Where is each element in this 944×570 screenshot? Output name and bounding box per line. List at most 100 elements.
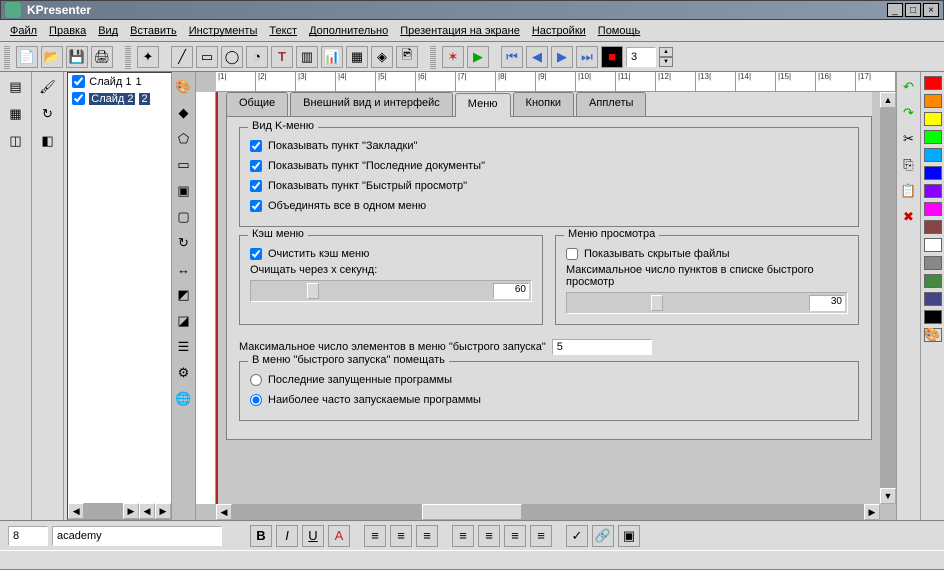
menu-help[interactable]: Помощь: [592, 23, 647, 39]
slides-icon[interactable]: ▦: [5, 103, 27, 125]
color-swatch[interactable]: [924, 256, 942, 270]
line-icon[interactable]: ╱: [171, 46, 193, 68]
chk-recent-docs[interactable]: [250, 160, 262, 172]
slide-spinner[interactable]: ▲▼: [659, 47, 673, 67]
next-icon[interactable]: ▶: [551, 46, 573, 68]
color-swatch[interactable]: [924, 292, 942, 306]
quick-max-input[interactable]: [552, 339, 652, 355]
menu-tools[interactable]: Инструменты: [183, 23, 264, 39]
color-swatch[interactable]: [924, 202, 942, 216]
align-left-icon[interactable]: ≡: [364, 525, 386, 547]
spellcheck-icon[interactable]: ✓: [566, 525, 588, 547]
menu-insert[interactable]: Вставить: [124, 23, 183, 39]
align-right-icon[interactable]: ≡: [416, 525, 438, 547]
slide-visible-check[interactable]: [72, 92, 85, 105]
color-swatch[interactable]: [924, 274, 942, 288]
shadow-icon[interactable]: ◪: [173, 310, 195, 332]
first-icon[interactable]: ⏮: [501, 46, 523, 68]
copy-icon[interactable]: ⎘: [898, 154, 920, 176]
object-icon[interactable]: ◈: [371, 46, 393, 68]
color-swatch[interactable]: [924, 112, 942, 126]
menu-settings[interactable]: Настройки: [526, 23, 592, 39]
open-icon[interactable]: 📂: [41, 46, 63, 68]
new-icon[interactable]: 📄: [16, 46, 38, 68]
globe-icon[interactable]: 🌐: [173, 388, 195, 410]
color-swatch[interactable]: [924, 148, 942, 162]
color-swatch[interactable]: [924, 184, 942, 198]
autoshape-icon[interactable]: ▥: [296, 46, 318, 68]
group-icon[interactable]: ▣: [173, 180, 195, 202]
effect-icon[interactable]: ✶: [442, 46, 464, 68]
italic-icon[interactable]: I: [276, 525, 298, 547]
font-size-select[interactable]: [8, 526, 48, 546]
3d-icon[interactable]: ◩: [173, 284, 195, 306]
menu-file[interactable]: Файл: [4, 23, 43, 39]
undo-icon[interactable]: ↶: [898, 76, 920, 98]
pointer-icon[interactable]: ✦: [137, 46, 159, 68]
tab-appearance[interactable]: Внешний вид и интерфейс: [290, 92, 453, 116]
cache-interval-slider[interactable]: 60: [250, 280, 532, 302]
chk-hidden-files[interactable]: [566, 248, 578, 260]
menu-text[interactable]: Текст: [263, 23, 303, 39]
notes-icon[interactable]: ◫: [5, 130, 27, 152]
slide-item[interactable]: Слайд 11: [68, 73, 171, 90]
numlist-icon[interactable]: ≡: [452, 525, 474, 547]
toolbar-grip[interactable]: [430, 45, 436, 69]
color-swatch[interactable]: [924, 166, 942, 180]
toolbar-grip[interactable]: [4, 45, 10, 69]
table-icon[interactable]: ▦: [346, 46, 368, 68]
settings-icon[interactable]: ▣: [618, 525, 640, 547]
color-swatch[interactable]: [924, 310, 942, 324]
brush-icon[interactable]: 🖌: [37, 76, 59, 98]
minimize-button[interactable]: _: [887, 3, 903, 17]
chk-merge-menu[interactable]: [250, 200, 262, 212]
rect2-icon[interactable]: ▭: [173, 154, 195, 176]
image-icon[interactable]: 🖻: [396, 46, 418, 68]
stop-icon[interactable]: ■: [601, 46, 623, 68]
toolbar-grip[interactable]: [125, 45, 131, 69]
color-swatch[interactable]: [924, 94, 942, 108]
tab-menu[interactable]: Меню: [455, 93, 511, 117]
redo-icon[interactable]: ↷: [898, 102, 920, 124]
delete-icon[interactable]: ✖: [898, 206, 920, 228]
color-swatch[interactable]: [924, 238, 942, 252]
color-swatch[interactable]: [924, 76, 942, 90]
menu-edit[interactable]: Правка: [43, 23, 92, 39]
ungroup-icon[interactable]: ▢: [173, 206, 195, 228]
canvas-vscroll[interactable]: ▲▼: [880, 92, 896, 504]
close-button[interactable]: ×: [923, 3, 939, 17]
indent-more-icon[interactable]: ≡: [530, 525, 552, 547]
preview-max-slider[interactable]: 30: [566, 292, 848, 314]
tab-general[interactable]: Общие: [226, 92, 288, 116]
tab-applets[interactable]: Апплеты: [576, 92, 646, 116]
color-picker-icon[interactable]: 🎨: [924, 328, 942, 342]
radio-frequent-apps[interactable]: [250, 394, 262, 406]
outline-hscroll[interactable]: ◀▶◀▶: [68, 503, 171, 519]
font-color-icon[interactable]: A: [328, 525, 350, 547]
print-icon[interactable]: 🖨: [91, 46, 113, 68]
ellipse-icon[interactable]: ◯: [221, 46, 243, 68]
fill-icon[interactable]: ◧: [37, 130, 59, 152]
text-icon[interactable]: T: [271, 46, 293, 68]
flip-icon[interactable]: ↔: [173, 258, 195, 280]
maximize-button[interactable]: □: [905, 3, 921, 17]
link-icon[interactable]: 🔗: [592, 525, 614, 547]
document-canvas[interactable]: Общие Внешний вид и интерфейс Меню Кнопк…: [216, 92, 880, 504]
paste-icon[interactable]: 📋: [898, 180, 920, 202]
menu-view[interactable]: Вид: [92, 23, 124, 39]
clipart-icon[interactable]: 🎨: [173, 76, 195, 98]
align-icon[interactable]: ☰: [173, 336, 195, 358]
slide-number-input[interactable]: [626, 47, 656, 67]
rect-icon[interactable]: ▭: [196, 46, 218, 68]
prev-icon[interactable]: ◀: [526, 46, 548, 68]
chk-clear-cache[interactable]: [250, 248, 262, 260]
play-icon[interactable]: ▶: [467, 46, 489, 68]
canvas-hscroll[interactable]: ◀▶: [216, 504, 880, 520]
chk-quick-view[interactable]: [250, 180, 262, 192]
rotate-icon[interactable]: ↻: [173, 232, 195, 254]
radio-recent-apps[interactable]: [250, 374, 262, 386]
menu-extra[interactable]: Дополнительно: [303, 23, 394, 39]
slide-item[interactable]: Слайд 22: [68, 90, 171, 107]
color-swatch[interactable]: [924, 130, 942, 144]
chk-bookmarks[interactable]: [250, 140, 262, 152]
